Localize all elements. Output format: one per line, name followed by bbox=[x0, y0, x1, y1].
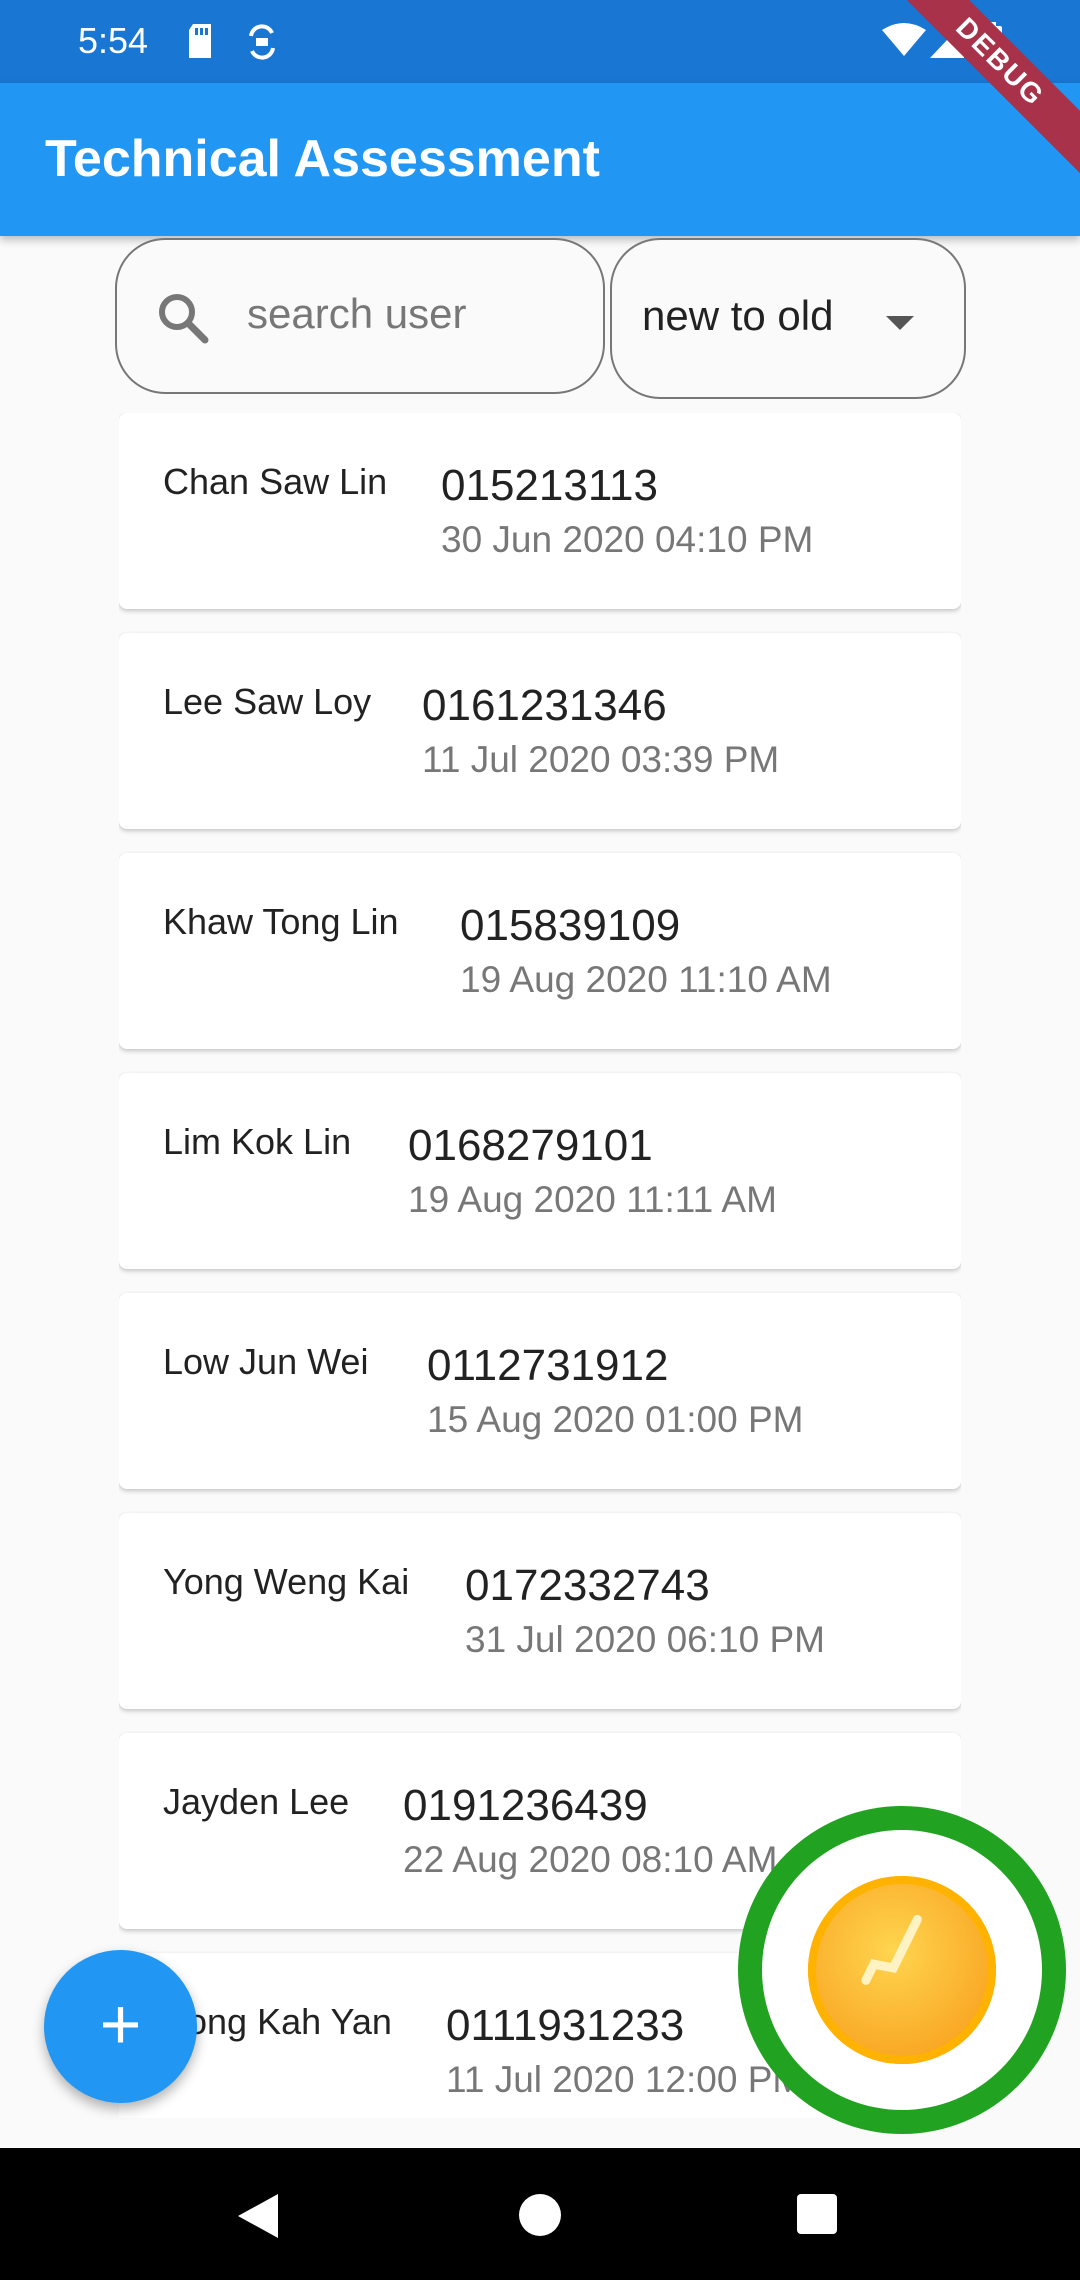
sort-value: new to old bbox=[642, 292, 834, 339]
user-phone: 0191236439 bbox=[403, 1781, 648, 1830]
add-user-button[interactable]: + bbox=[44, 1950, 197, 2103]
home-icon[interactable] bbox=[519, 2194, 561, 2236]
user-card[interactable]: Low Jun Wei 0112731912 15 Aug 2020 01:00… bbox=[119, 1293, 961, 1489]
user-name: Yong Weng Kai bbox=[163, 1561, 410, 1602]
user-card[interactable]: Khaw Tong Lin 015839109 19 Aug 2020 11:1… bbox=[119, 853, 961, 1049]
user-phone: 0168279101 bbox=[408, 1121, 653, 1170]
user-date: 30 Jun 2020 04:10 PM bbox=[441, 519, 814, 560]
debug-banner-clip: DEBUG bbox=[880, 0, 1080, 200]
user-date: 11 Jul 2020 03:39 PM bbox=[422, 739, 780, 780]
user-phone: 015839109 bbox=[460, 901, 681, 950]
user-name: Khaw Tong Lin bbox=[163, 901, 399, 942]
sync-icon bbox=[245, 22, 279, 67]
page-title: Technical Assessment bbox=[45, 130, 600, 188]
user-card[interactable]: Yong Weng Kai 0172332743 31 Jul 2020 06:… bbox=[119, 1513, 961, 1709]
user-name: Jayden Lee bbox=[163, 1781, 350, 1822]
user-card[interactable]: Chan Saw Lin 015213113 30 Jun 2020 04:10… bbox=[119, 413, 961, 609]
status-time: 5:54 bbox=[78, 20, 149, 61]
add-icon: + bbox=[99, 1985, 142, 2065]
user-name: Lim Kok Lin bbox=[163, 1121, 352, 1162]
sort-dropdown[interactable]: new to old bbox=[610, 238, 966, 399]
debug-banner: DEBUG bbox=[880, 0, 1080, 184]
user-date: 19 Aug 2020 11:11 AM bbox=[408, 1179, 777, 1220]
user-name: Lee Saw Loy bbox=[163, 681, 372, 722]
user-name: Low Jun Wei bbox=[163, 1341, 369, 1382]
user-card[interactable]: Lee Saw Loy 0161231346 11 Jul 2020 03:39… bbox=[119, 633, 961, 829]
user-date: 31 Jul 2020 06:10 PM bbox=[465, 1619, 825, 1660]
user-phone: 0112731912 bbox=[427, 1341, 669, 1390]
user-date: 15 Aug 2020 01:00 PM bbox=[427, 1399, 804, 1440]
user-date: 19 Aug 2020 11:10 AM bbox=[460, 959, 832, 1000]
user-phone: 0111931233 bbox=[446, 2001, 685, 2050]
recents-icon[interactable] bbox=[797, 2194, 837, 2234]
user-phone: 0161231346 bbox=[422, 681, 667, 730]
user-phone: 0172332743 bbox=[465, 1561, 710, 1610]
sd-card-icon bbox=[185, 22, 215, 65]
user-name: Chan Saw Lin bbox=[163, 461, 388, 502]
user-date: 22 Aug 2020 08:10 AM bbox=[403, 1839, 778, 1880]
search-icon bbox=[155, 290, 211, 351]
coin-reward-icon[interactable] bbox=[738, 1806, 1066, 2134]
system-nav-bar bbox=[0, 2148, 1080, 2280]
search-placeholder: search user bbox=[247, 290, 467, 337]
dropdown-arrow-icon bbox=[886, 316, 914, 330]
user-name: Kong Kah Yan bbox=[163, 2001, 392, 2042]
user-date: 11 Jul 2020 12:00 PM bbox=[446, 2059, 804, 2100]
user-card[interactable]: Lim Kok Lin 0168279101 19 Aug 2020 11:11… bbox=[119, 1073, 961, 1269]
search-input[interactable]: search user bbox=[115, 238, 605, 394]
back-icon[interactable] bbox=[238, 2194, 278, 2238]
user-phone: 015213113 bbox=[441, 461, 658, 510]
